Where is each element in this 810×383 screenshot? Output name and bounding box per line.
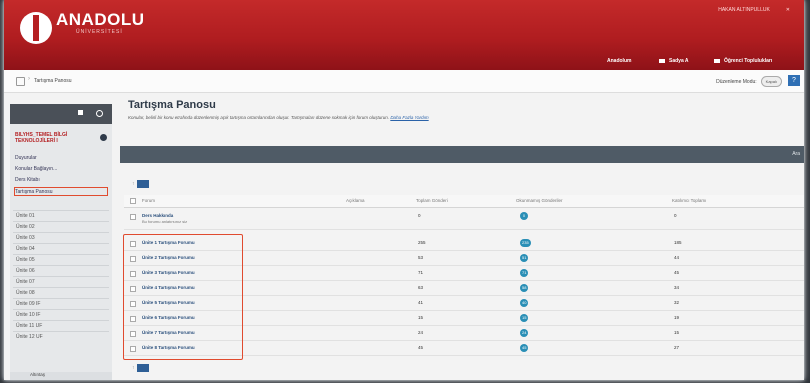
sidebar-item-unit[interactable]: Ünite 09 IF	[13, 298, 109, 309]
sidebar-item-unit[interactable]: Ünite 03	[13, 232, 109, 243]
row-checkbox[interactable]	[130, 214, 136, 220]
participants-count: 34	[674, 285, 680, 290]
forum-link[interactable]: Ders Hakkında	[142, 213, 173, 218]
sidebar-item-unit[interactable]: Ünite 08	[13, 287, 109, 298]
highlight-box	[14, 187, 108, 196]
participants-count: 32	[674, 300, 680, 305]
user-name[interactable]: HAKAN ALTINPULLUK	[718, 7, 770, 13]
sidebar-item-unit[interactable]: Ünite 07	[13, 276, 109, 287]
logo-subtitle: ÜNİVERSİTESİ	[76, 29, 123, 35]
pager-bottom: ↑	[132, 364, 149, 372]
course-title[interactable]: BILYHS_TEMEL BİLGİ TEKNOLOJİLERİ I	[15, 132, 93, 144]
sidebar-item-unit[interactable]: Ünite 12 UF	[13, 331, 109, 342]
action-bar: Ara	[120, 146, 804, 163]
university-logo-icon[interactable]	[20, 12, 52, 44]
col-total-posts[interactable]: Toplam Gönderi	[416, 198, 448, 203]
user-menu[interactable]: HAKAN ALTINPULLUK ✕	[718, 7, 790, 13]
edit-mode-toggle[interactable]: Kapalı	[760, 76, 782, 87]
participants-count: 45	[674, 270, 680, 275]
total-posts: 53	[418, 255, 424, 260]
unread-badge[interactable]: 71	[520, 269, 529, 277]
breadcrumb-separator: ›	[28, 76, 30, 82]
participants-count: 44	[674, 255, 680, 260]
grid-icon	[659, 59, 665, 63]
site-header: ANADOLU ÜNİVERSİTESİ HAKAN ALTINPULLUK ✕ …	[4, 0, 804, 72]
nav-tab-student-communities[interactable]: Öğrenci Toplulukları	[714, 55, 772, 67]
add-icon[interactable]	[78, 110, 83, 115]
page-description: Konular, belirli bir konu etrafında düze…	[128, 115, 429, 120]
arrow-up-icon[interactable]: ↑	[132, 181, 135, 187]
sidebar-link-announcements[interactable]: Duyurular	[15, 155, 37, 161]
participants-count: 15	[674, 330, 680, 335]
unread-badge[interactable]: 24	[520, 329, 529, 337]
group-icon	[714, 59, 720, 63]
total-posts: 0	[418, 213, 421, 218]
more-help-link[interactable]: Daha Fazla Yardım	[390, 115, 428, 120]
total-posts: 41	[418, 300, 424, 305]
arrow-up-icon[interactable]: ↑	[132, 365, 135, 371]
nav-tab-sadya[interactable]: Sadya A	[659, 55, 689, 67]
home-icon[interactable]	[100, 134, 107, 141]
col-unread-posts[interactable]: Okunmamış Gönderiler	[516, 198, 563, 203]
page-size-button[interactable]	[136, 180, 149, 188]
unread-badge[interactable]: 40	[520, 299, 529, 307]
sidebar-item-unit[interactable]: Ünite 05	[13, 254, 109, 265]
unread-badge[interactable]: 0	[520, 212, 528, 220]
total-posts: 15	[418, 315, 424, 320]
breadcrumb-current[interactable]: Tartışma Panosu	[34, 78, 72, 84]
course-sidebar: BILYHS_TEMEL BİLGİ TEKNOLOJİLERİ I Duyur…	[10, 104, 112, 380]
col-participants[interactable]: Katılımcı Toplamı	[672, 198, 706, 203]
sidebar-footer: Altıntaş	[10, 372, 112, 380]
highlight-box	[123, 234, 243, 360]
unread-badge[interactable]: 58	[520, 284, 529, 292]
participants-count: 185	[674, 240, 682, 245]
select-all-checkbox[interactable]	[130, 198, 136, 204]
total-posts: 24	[418, 330, 424, 335]
unread-badge[interactable]: 51	[520, 254, 529, 262]
table-header: Forum Açıklama Toplam Gönderi Okunmamış …	[124, 195, 804, 208]
search-button[interactable]: Ara	[792, 151, 800, 157]
sidebar-item-unit[interactable]: Ünite 11 UF	[13, 320, 109, 331]
nav-tab-anadolum[interactable]: Anadolum	[602, 55, 636, 72]
participants-count: 19	[674, 315, 680, 320]
pager-top: ↑	[132, 180, 149, 188]
sidebar-link-topics[interactable]: Konular Bağlayın...	[15, 166, 57, 172]
unread-badge[interactable]: 235	[520, 239, 531, 247]
unread-badge[interactable]: 45	[520, 344, 529, 352]
page-title: Tartışma Panosu	[128, 99, 216, 111]
unread-badge[interactable]: 15	[520, 314, 529, 322]
table-row: Ders Hakkında Bu forumu anlatırsınız siz…	[124, 209, 804, 230]
close-icon[interactable]: ✕	[786, 7, 790, 13]
sidebar-toolbar	[10, 104, 112, 124]
browser-screen: ANADOLU ÜNİVERSİTESİ HAKAN ALTINPULLUK ✕ …	[4, 0, 804, 380]
page-size-button[interactable]	[136, 364, 149, 372]
total-posts: 255	[418, 240, 426, 245]
edit-mode: Düzenleme Modu: Kapalı	[716, 76, 782, 87]
refresh-icon[interactable]	[96, 110, 103, 117]
sidebar-item-unit[interactable]: Ünite 06	[13, 265, 109, 276]
edit-mode-label: Düzenleme Modu:	[716, 78, 757, 85]
total-posts: 71	[418, 270, 424, 275]
breadcrumb-bar: › Tartışma Panosu Düzenleme Modu: Kapalı…	[4, 70, 804, 93]
total-posts: 63	[418, 285, 424, 290]
col-description: Açıklama	[346, 198, 365, 203]
col-forum[interactable]: Forum	[142, 198, 155, 203]
sidebar-link-textbook[interactable]: Ders Kitabı	[15, 177, 40, 183]
sidebar-item-unit[interactable]: Ünite 04	[13, 243, 109, 254]
logo-text: ANADOLU	[56, 10, 145, 29]
participants-count: 27	[674, 345, 680, 350]
total-posts: 45	[418, 345, 424, 350]
help-button[interactable]: ?	[788, 75, 800, 86]
sidebar-item-unit[interactable]: Ünite 10 IF	[13, 309, 109, 320]
sidebar-item-unit[interactable]: Ünite 01	[13, 210, 109, 221]
forum-subtitle: Bu forumu anlatırsınız siz	[142, 219, 188, 224]
home-icon[interactable]	[16, 77, 25, 86]
participants-count: 0	[674, 213, 677, 218]
sidebar-item-unit[interactable]: Ünite 02	[13, 221, 109, 232]
